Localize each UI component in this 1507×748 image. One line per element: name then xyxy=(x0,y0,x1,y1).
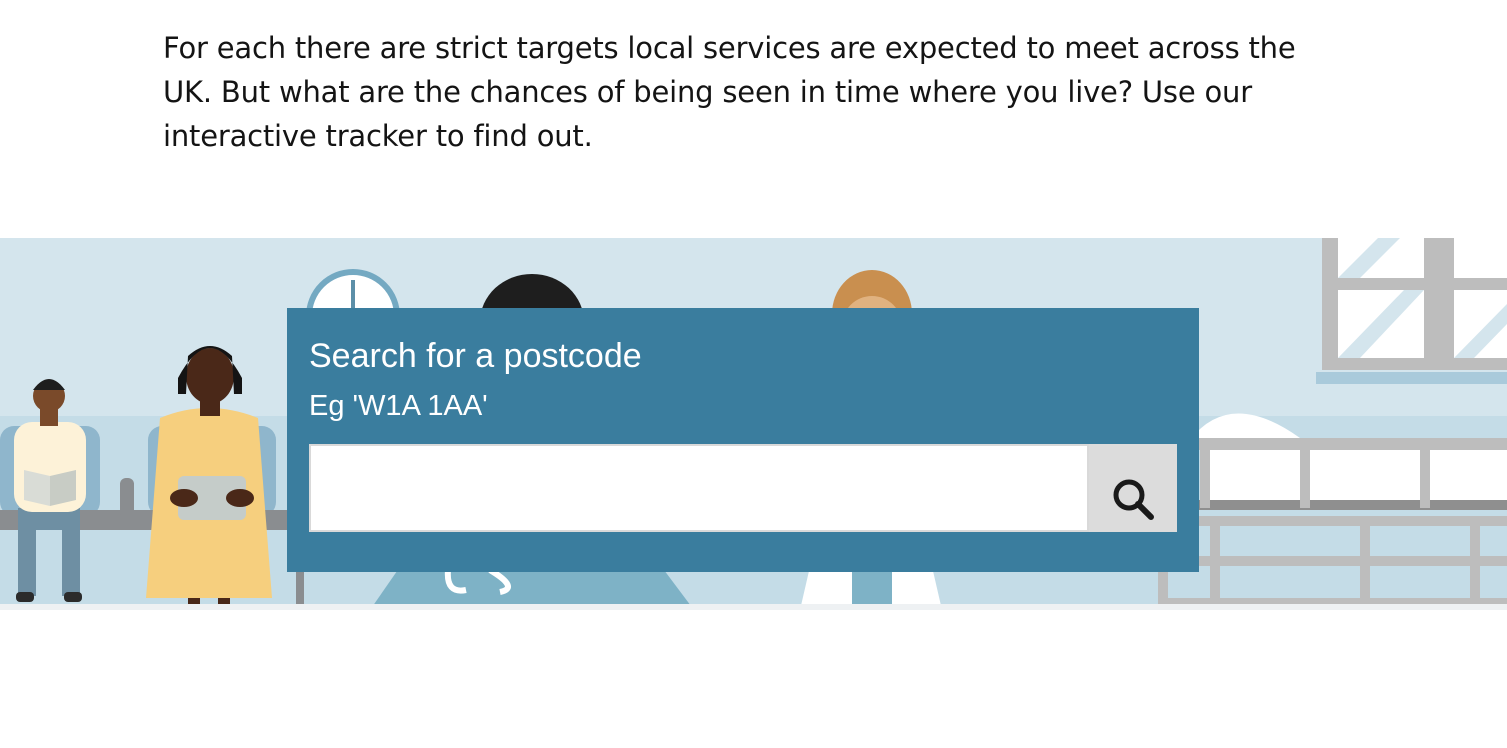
search-icon xyxy=(1113,479,1154,520)
postcode-search-input[interactable] xyxy=(309,444,1089,532)
floor-divider xyxy=(0,604,1507,610)
postcode-search-panel: Search for a postcode Eg 'W1A 1AA' xyxy=(287,308,1199,572)
intro-paragraph: For each there are strict targets local … xyxy=(163,31,1296,153)
window-illustration xyxy=(1316,238,1507,384)
standing-woman-figure xyxy=(146,346,272,610)
search-title: Search for a postcode xyxy=(309,337,642,375)
search-button[interactable] xyxy=(1089,444,1177,532)
search-example-hint: Eg 'W1A 1AA' xyxy=(309,390,488,422)
